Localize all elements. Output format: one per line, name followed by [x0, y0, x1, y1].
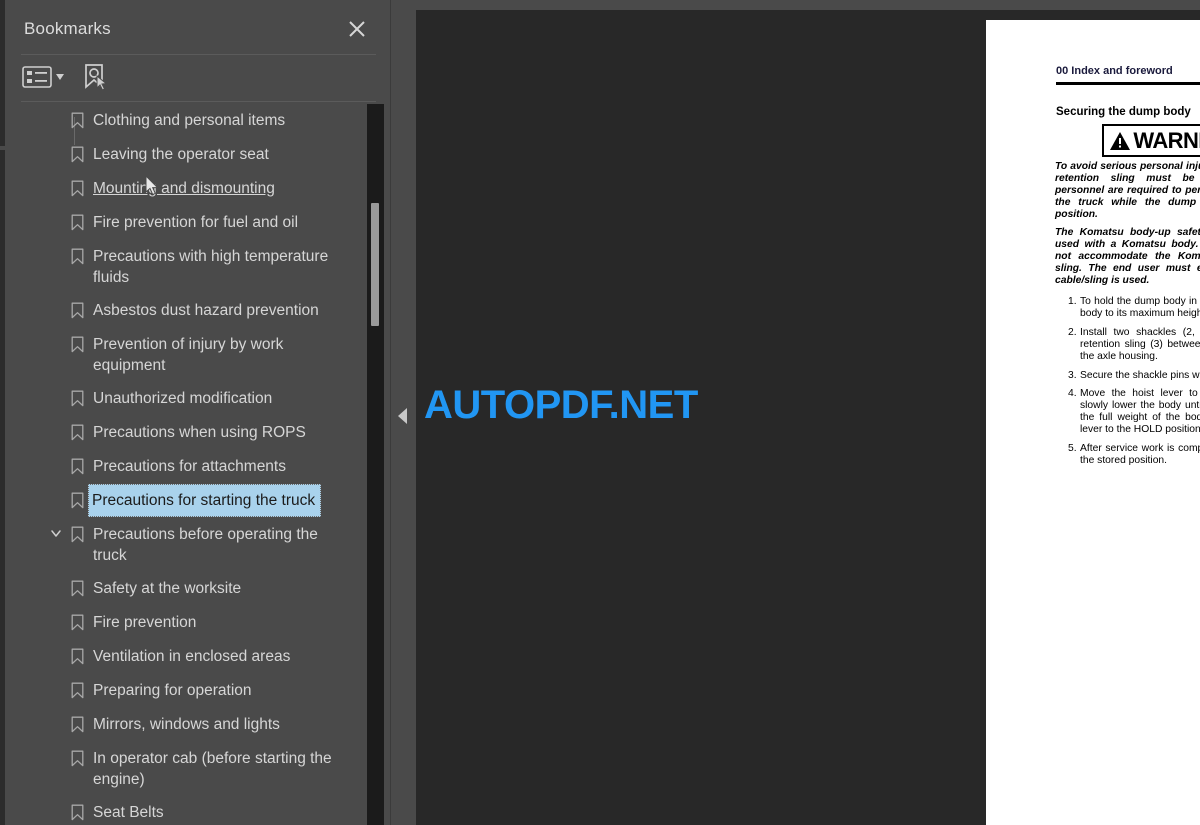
procedure-step: 2.Install two shackles (2, Figure 00-3) … [1068, 327, 1200, 363]
bookmark-label[interactable]: Mirrors, windows and lights [88, 708, 284, 741]
bookmark-icon [66, 742, 88, 767]
bookmark-icon [66, 606, 88, 631]
procedure-step: 5.After service work is completed, retur… [1068, 443, 1200, 467]
pdf-reader-window: Bookmarks Clothing and personal items Le… [0, 0, 1200, 825]
procedure-step: 1.To hold the dump body in the up positi… [1068, 296, 1200, 320]
procedure-step: 3.Secure the shackle pins with cotter pi… [1068, 370, 1200, 382]
bookmarks-panel: Bookmarks Clothing and personal items Le… [0, 0, 390, 825]
bookmark-label[interactable]: Asbestos dust hazard prevention [88, 294, 323, 327]
step-text: Secure the shackle pins with cotter pins… [1080, 369, 1200, 381]
bookmark-item[interactable]: Precautions before operating the truck [5, 518, 369, 572]
step-number: 2. [1068, 326, 1077, 338]
bookmark-icon [66, 138, 88, 163]
bookmark-label[interactable]: Fire prevention for fuel and oil [88, 206, 302, 239]
bookmark-item[interactable]: In operator cab (before starting the eng… [5, 742, 369, 796]
bookmark-item[interactable]: Fire prevention for fuel and oil [5, 206, 369, 240]
bookmark-label[interactable]: Leaving the operator seat [88, 138, 273, 171]
warning-triangle-icon [1110, 131, 1131, 150]
bookmark-icon [66, 708, 88, 733]
step-text: After service work is completed, return … [1080, 443, 1200, 466]
close-icon[interactable] [346, 18, 368, 40]
bookmark-icon [66, 484, 88, 509]
bookmark-label[interactable]: Precautions for attachments [88, 450, 290, 483]
bookmark-icon [66, 328, 88, 353]
bookmark-icon [66, 674, 88, 699]
warning-box: WARNING [1102, 124, 1200, 157]
bookmark-label[interactable]: Safety at the worksite [88, 572, 245, 605]
bookmark-icon [66, 416, 88, 441]
step-number: 1. [1068, 296, 1077, 307]
step-number: 4. [1068, 388, 1077, 400]
toolbar-divider [21, 101, 376, 102]
bookmark-label[interactable]: In operator cab (before starting the eng… [88, 742, 349, 796]
bookmarks-toolbar [5, 55, 390, 145]
bookmark-label[interactable]: Ventilation in enclosed areas [88, 640, 294, 673]
bookmark-icon [66, 382, 88, 407]
bookmark-label[interactable]: Prevention of injury by work equipment [88, 328, 349, 382]
bookmark-label[interactable]: Precautions with high temperature fluids [88, 240, 349, 294]
bookmark-label[interactable]: Precautions when using ROPS [88, 416, 310, 449]
procedure-steps: 1.To hold the dump body in the up positi… [1068, 296, 1200, 474]
bookmark-label[interactable]: Preparing for operation [88, 674, 256, 707]
step-text: Install two shackles (2, Figure 00-3) an… [1080, 326, 1200, 362]
step-number: 5. [1068, 443, 1077, 455]
bookmarks-scrollbar-thumb[interactable] [371, 203, 379, 326]
bookmark-item[interactable]: Fire prevention [5, 606, 369, 640]
bookmark-label[interactable]: Mounting and dismounting [88, 172, 279, 205]
bookmark-item[interactable]: Preparing for operation [5, 674, 369, 708]
bookmark-icon [66, 104, 88, 129]
bookmark-icon [66, 572, 88, 597]
bookmarks-panel-header: Bookmarks [5, 0, 390, 55]
bookmark-icon [66, 172, 88, 197]
bookmark-item[interactable]: Mounting and dismounting [5, 172, 369, 206]
document-header-rule [1056, 82, 1200, 85]
step-text: Move the hoist lever to the FLOAT positi… [1080, 388, 1200, 436]
warning-label: WARNING [1133, 127, 1200, 153]
bookmark-label[interactable]: Precautions before operating the truck [88, 518, 349, 572]
bookmark-label[interactable]: Clothing and personal items [88, 104, 289, 137]
list-options-icon[interactable] [22, 64, 68, 90]
panel-title: Bookmarks [24, 19, 111, 38]
splitter-line [390, 0, 391, 825]
warning-paragraph-1: To avoid serious personal injury or deat… [1055, 161, 1200, 220]
bookmark-item[interactable]: Precautions when using ROPS [5, 416, 369, 450]
bookmark-icon [66, 640, 88, 665]
bookmark-item[interactable]: Leaving the operator seat [5, 138, 369, 172]
step-number: 3. [1068, 369, 1077, 381]
bookmark-item[interactable]: Safety at the worksite [5, 572, 369, 606]
bookmarks-list[interactable]: Clothing and personal items Leaving the o… [5, 104, 369, 825]
collapse-panel-arrow-icon[interactable] [397, 407, 409, 425]
bookmark-item[interactable]: Precautions for starting the truck [5, 484, 369, 518]
procedure-step: 4.Move the hoist lever to the FLOAT posi… [1068, 388, 1200, 436]
viewer-topbar [416, 0, 1200, 10]
bookmark-icon [66, 294, 88, 319]
bookmark-item[interactable]: Seat Belts [5, 796, 369, 825]
new-bookmark-icon[interactable] [80, 62, 110, 92]
bookmark-item[interactable]: Unauthorized modification [5, 382, 369, 416]
document-header-left: 00 Index and foreword [1056, 65, 1173, 77]
step-text: To hold the dump body in the up position… [1080, 296, 1200, 319]
bookmark-item[interactable]: Mirrors, windows and lights [5, 708, 369, 742]
bookmark-item[interactable]: Prevention of injury by work equipment [5, 328, 369, 382]
section-title: Securing the dump body [1056, 106, 1191, 118]
bookmark-label[interactable]: Precautions for starting the truck [88, 484, 322, 517]
bookmark-icon [66, 518, 88, 543]
bookmark-item[interactable]: Clothing and personal items [5, 104, 369, 138]
bookmark-icon [66, 240, 88, 265]
bookmark-icon [66, 206, 88, 231]
pdf-viewer[interactable]: 00 Index and foreword CEN00002-16 Securi… [416, 10, 1200, 825]
bookmark-label[interactable]: Seat Belts [88, 796, 168, 825]
bookmark-item[interactable]: Precautions for attachments [5, 450, 369, 484]
bookmark-item[interactable]: Precautions with high temperature fluids [5, 240, 369, 294]
warning-paragraph-2: The Komatsu body-up safety sling can onl… [1055, 227, 1200, 286]
bookmark-icon [66, 450, 88, 475]
bookmark-item[interactable]: Asbestos dust hazard prevention [5, 294, 369, 328]
pdf-page: 00 Index and foreword CEN00002-16 Securi… [986, 20, 1200, 825]
bookmark-icon [66, 796, 88, 821]
bookmark-label[interactable]: Fire prevention [88, 606, 200, 639]
bookmark-label[interactable]: Unauthorized modification [88, 382, 276, 415]
bookmark-item[interactable]: Ventilation in enclosed areas [5, 640, 369, 674]
chevron-down-icon[interactable] [46, 518, 66, 539]
